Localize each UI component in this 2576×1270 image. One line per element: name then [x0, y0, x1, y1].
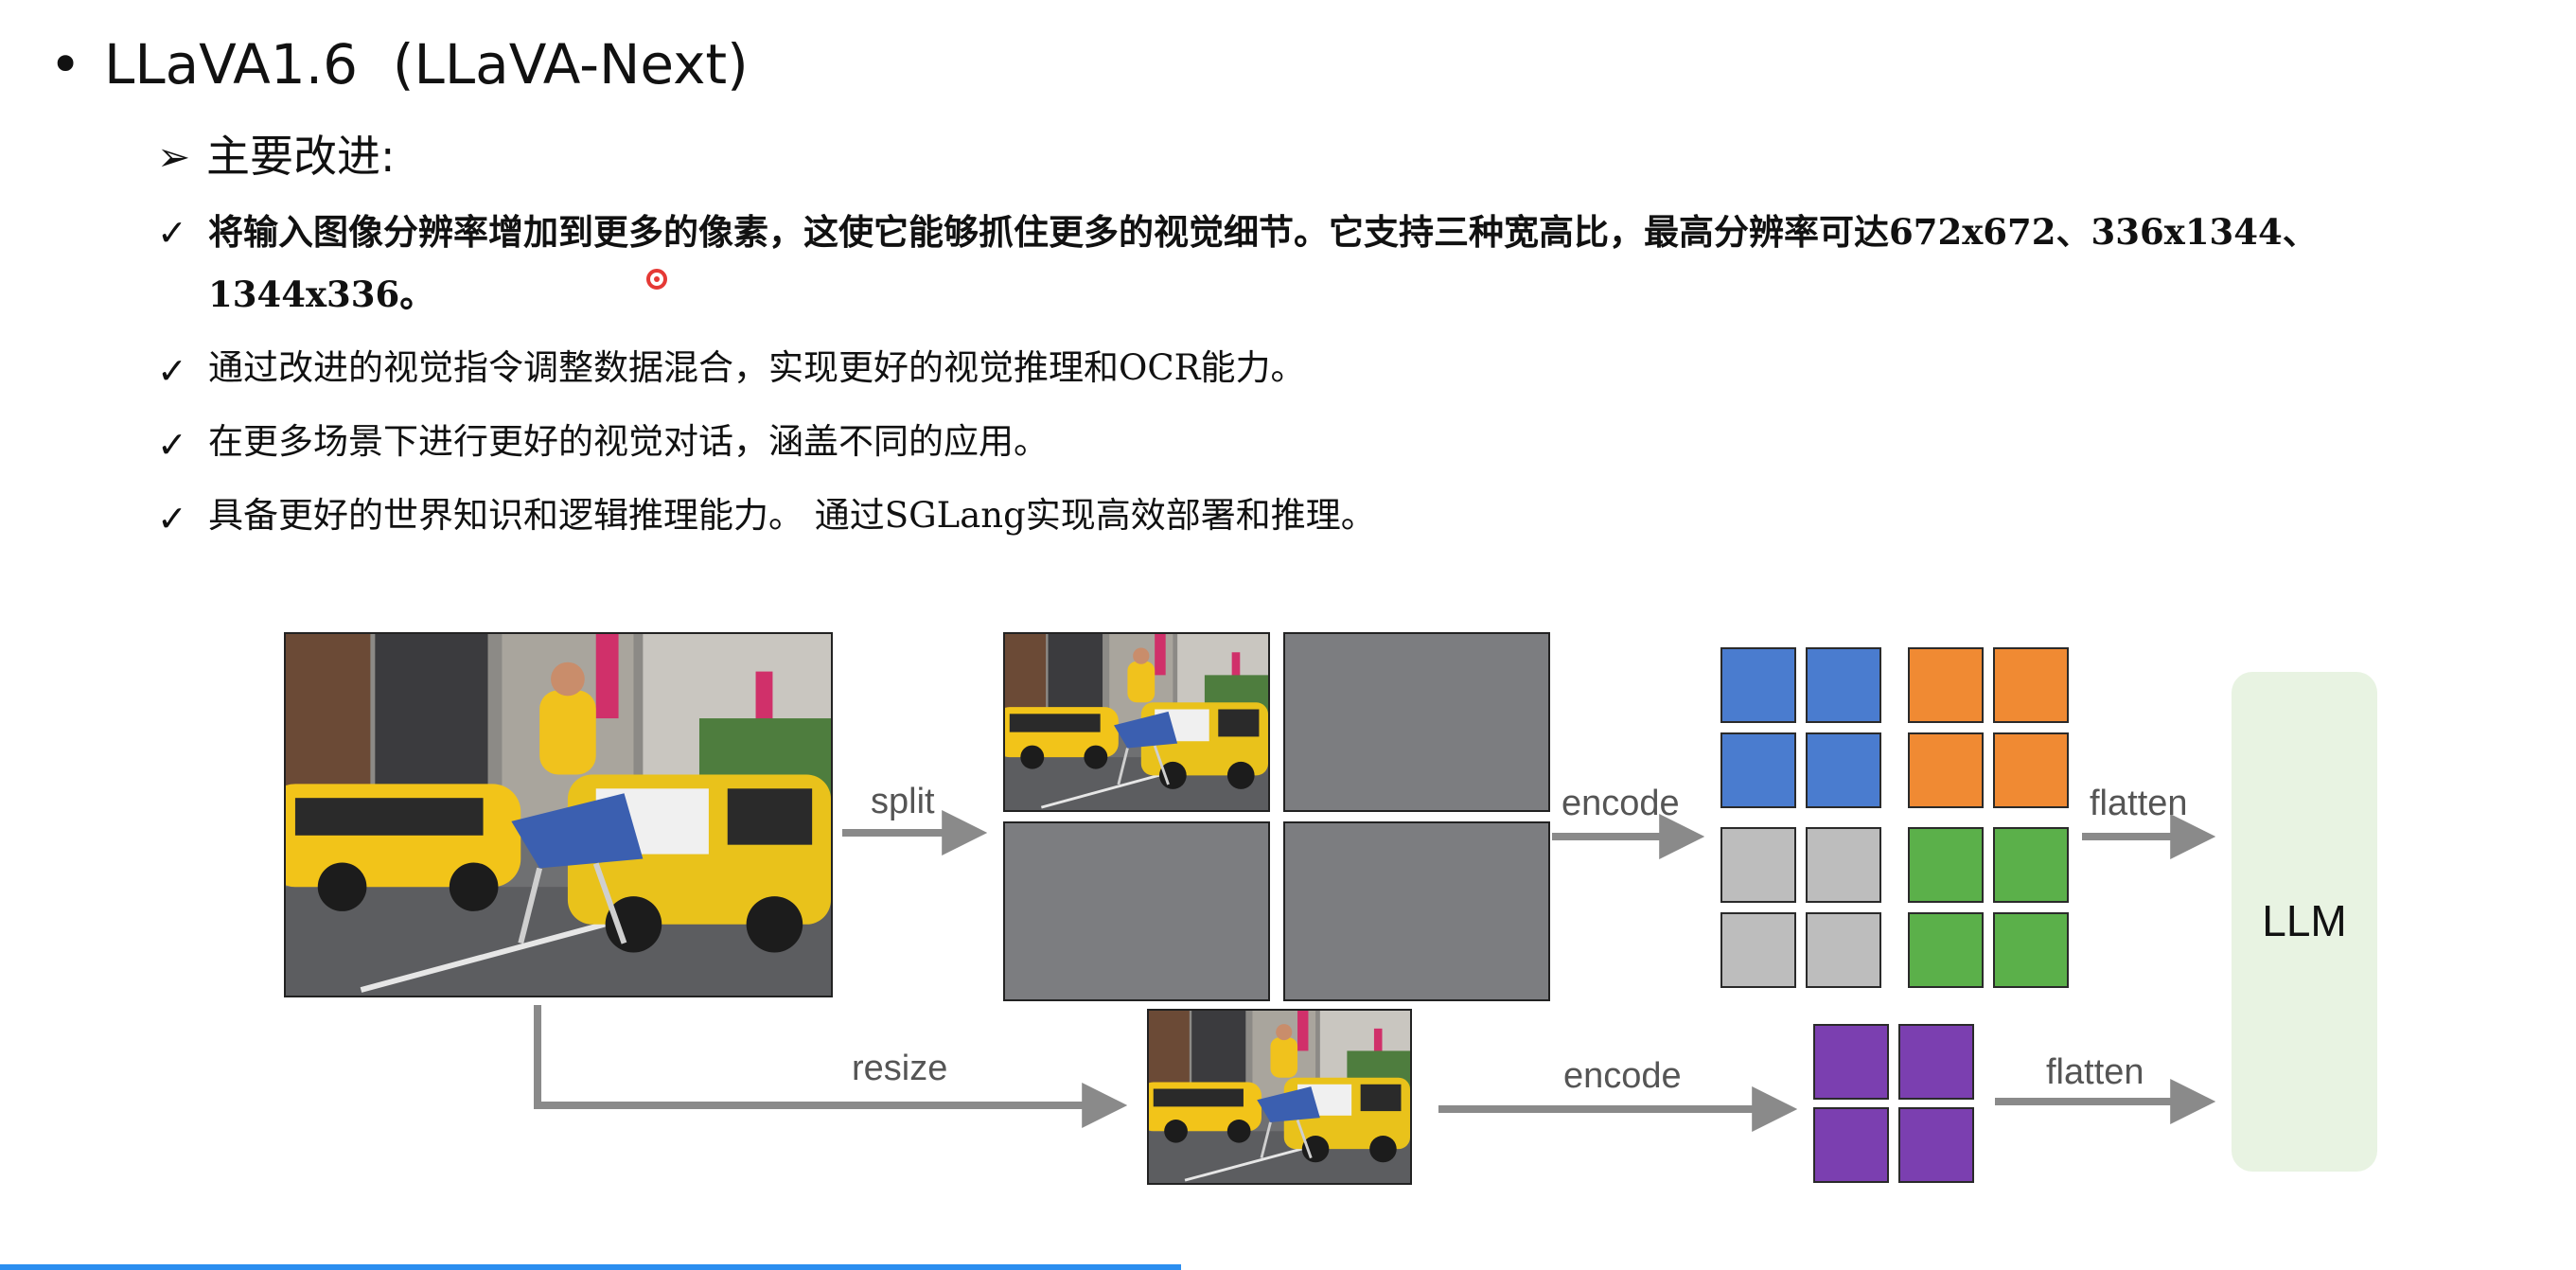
encode-top-label: encode: [1561, 784, 1680, 823]
split-label: split: [871, 782, 935, 821]
resize-arrow: [534, 1005, 1128, 1128]
resize-label: resize: [852, 1049, 948, 1088]
arrows-layer: [534, 810, 2216, 1132]
encode-bottom-label: encode: [1563, 1056, 1682, 1096]
video-progress-bar[interactable]: [0, 1264, 1181, 1270]
flatten-top-label: flatten: [2090, 784, 2188, 823]
flatten-bottom-label: flatten: [2046, 1052, 2144, 1092]
